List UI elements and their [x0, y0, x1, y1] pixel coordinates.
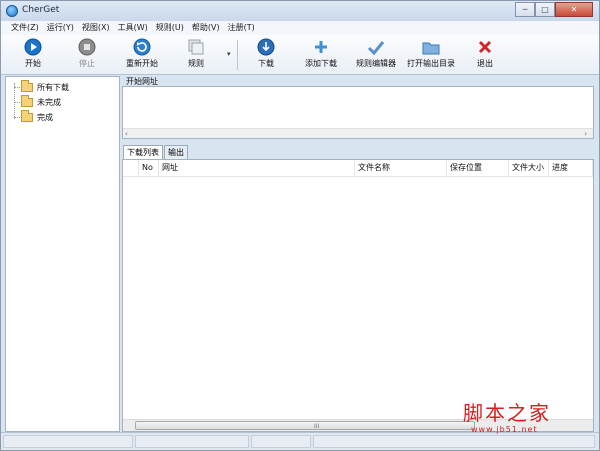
folder-icon [21, 109, 33, 122]
stop-icon [78, 38, 96, 56]
column-header-filename[interactable]: 文件名称 [355, 160, 447, 176]
rule-editor-button[interactable]: 规则编辑器 [353, 38, 399, 72]
tree-dash [14, 116, 20, 118]
url-horizontal-scrollbar[interactable]: ‹ › [123, 128, 593, 138]
menu-bar: 文件(Z) 运行(Y) 视图(X) 工具(W) 规则(U) 帮助(V) 注册(T… [1, 21, 599, 35]
menu-register[interactable]: 注册(T) [224, 21, 259, 35]
tree-label: 未完成 [37, 97, 61, 107]
status-segment [313, 435, 595, 448]
table-header: No 网址 文件名称 保存位置 文件大小 进度 [123, 160, 593, 177]
plus-icon [315, 41, 327, 53]
column-header-file-size[interactable]: 文件大小 [509, 160, 549, 176]
rule-icon [188, 39, 204, 55]
menu-rules[interactable]: 规则(U) [152, 21, 188, 35]
add-download-label: 添加下载 [305, 59, 337, 68]
minimize-button[interactable]: ─ [515, 2, 535, 17]
tree-item-all-downloads[interactable]: 所有下载 [14, 79, 69, 94]
menu-tools[interactable]: 工具(W) [114, 21, 152, 35]
bottom-tabs: 下载列表 输出 [123, 145, 189, 160]
close-x-icon [478, 40, 492, 54]
tree-item-incomplete[interactable]: 未完成 [14, 94, 61, 109]
restart-button[interactable]: 重新开始 [119, 38, 165, 72]
tree-item-complete[interactable]: 完成 [14, 109, 53, 124]
close-button[interactable]: ✕ [555, 2, 593, 17]
exit-button[interactable]: 退出 [470, 38, 500, 72]
column-header-url[interactable]: 网址 [159, 160, 355, 176]
download-category-tree: 所有下载 未完成 完成 [5, 76, 120, 432]
scroll-left-icon[interactable]: ‹ [125, 129, 128, 139]
download-list-table[interactable]: No 网址 文件名称 保存位置 文件大小 进度 III [122, 159, 594, 432]
column-header-no[interactable]: No [139, 160, 159, 176]
menu-file[interactable]: 文件(Z) [7, 21, 43, 35]
menu-help[interactable]: 帮助(V) [188, 21, 224, 35]
menu-view[interactable]: 视图(X) [78, 21, 114, 35]
stop-button[interactable]: 停止 [67, 38, 107, 72]
window-title: CherGet [22, 5, 60, 15]
tab-download-list[interactable]: 下载列表 [123, 145, 163, 160]
app-icon [6, 5, 18, 17]
scrollbar-grip: III [314, 423, 320, 430]
rule-label: 规则 [188, 59, 204, 68]
window-controls: ─ □ ✕ [515, 2, 593, 17]
toolbar: 开始 停止 重新开始 规则 ▾ 下载 添加下载 规则编辑器 打开输出目录 退出 [1, 35, 599, 75]
tab-output[interactable]: 输出 [164, 145, 188, 159]
scroll-right-icon[interactable]: › [584, 129, 587, 139]
folder-icon [21, 79, 33, 92]
column-header-blank[interactable] [123, 160, 139, 176]
download-label: 下载 [258, 59, 274, 68]
rule-dropdown-icon[interactable]: ▾ [227, 50, 231, 58]
folder-icon [21, 94, 33, 107]
folder-open-icon [422, 42, 440, 55]
column-header-save-location[interactable]: 保存位置 [447, 160, 509, 176]
download-icon [257, 38, 275, 56]
tree-label: 完成 [37, 112, 53, 122]
status-segment [3, 435, 133, 448]
restart-label: 重新开始 [126, 59, 158, 68]
add-download-button[interactable]: 添加下载 [301, 38, 341, 72]
refresh-icon [133, 38, 151, 56]
rule-button[interactable]: 规则 [178, 38, 214, 72]
tree-dash [14, 101, 20, 103]
checkmark-icon [367, 41, 385, 56]
status-segment [135, 435, 249, 448]
open-output-label: 打开输出目录 [407, 59, 455, 68]
status-segment [251, 435, 311, 448]
stop-label: 停止 [79, 59, 95, 68]
tree-label: 所有下载 [37, 82, 69, 92]
maximize-button[interactable]: □ [535, 2, 555, 17]
column-header-progress[interactable]: 进度 [549, 160, 593, 176]
app-window: CherGet ─ □ ✕ 文件(Z) 运行(Y) 视图(X) 工具(W) 规则… [0, 0, 600, 451]
watermark-logo: 脚本之家 [463, 401, 551, 425]
play-icon [24, 38, 42, 56]
exit-label: 退出 [477, 59, 493, 68]
rule-editor-label: 规则编辑器 [356, 59, 396, 68]
status-bar [1, 432, 599, 450]
tree-dash [14, 86, 20, 88]
watermark-url: www.jb51.net [471, 425, 538, 434]
menu-run[interactable]: 运行(Y) [43, 21, 78, 35]
start-button[interactable]: 开始 [13, 38, 53, 72]
download-button[interactable]: 下载 [251, 38, 281, 72]
toolbar-separator [237, 40, 238, 70]
open-output-button[interactable]: 打开输出目录 [405, 38, 457, 72]
scrollbar-thumb[interactable]: III [135, 421, 475, 430]
start-label: 开始 [25, 59, 41, 68]
start-url-textarea[interactable]: ‹ › [122, 86, 594, 139]
title-bar[interactable]: CherGet ─ □ ✕ [1, 1, 599, 21]
